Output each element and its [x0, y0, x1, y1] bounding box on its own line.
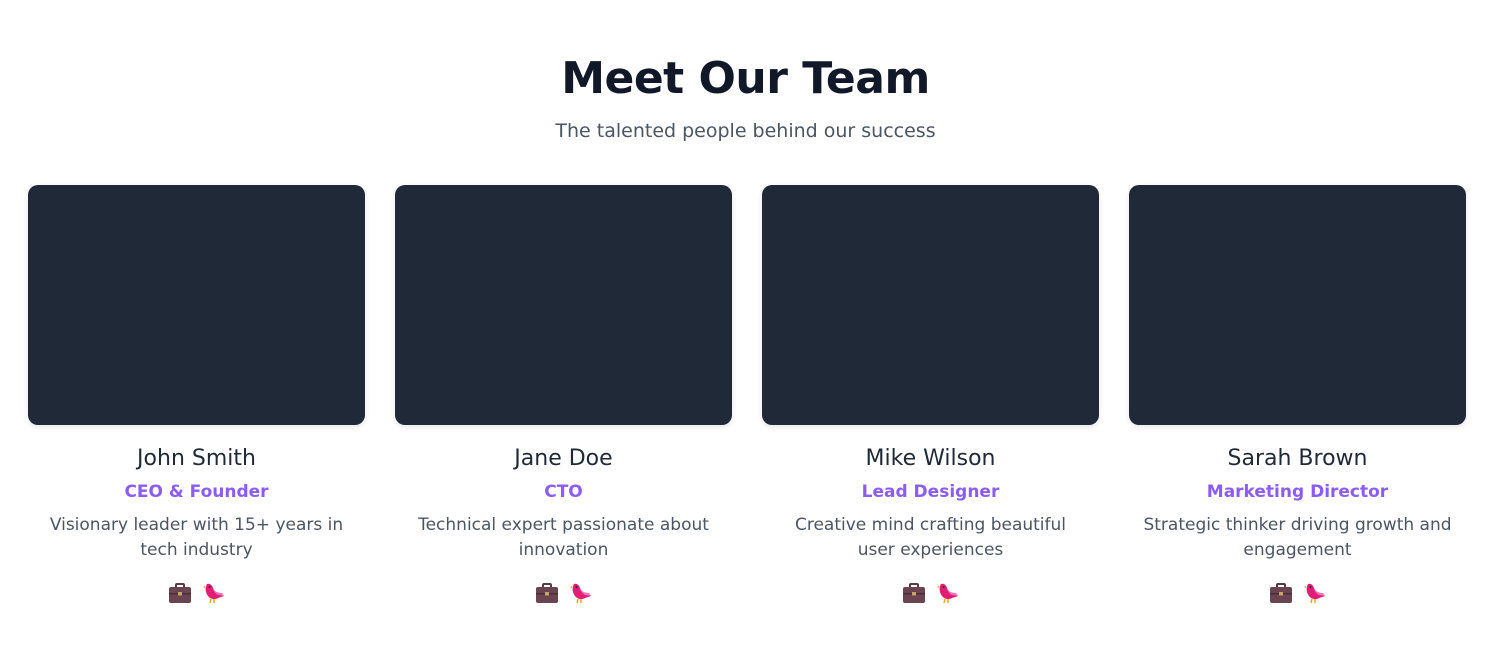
social-links: [168, 581, 226, 605]
page-title: Meet Our Team: [561, 53, 930, 104]
briefcase-link[interactable]: [902, 581, 926, 605]
bird-icon: [202, 583, 224, 604]
bird-icon: [1303, 583, 1325, 604]
team-card: Mike Wilson Lead Designer Creative mind …: [762, 185, 1099, 605]
social-links: [535, 581, 593, 605]
bird-link[interactable]: [936, 581, 960, 605]
member-name: Sarah Brown: [1227, 446, 1368, 471]
team-section: Meet Our Team The talented people behind…: [0, 0, 1491, 661]
member-bio: Creative mind crafting beautiful user ex…: [794, 515, 1067, 560]
briefcase-link[interactable]: [1269, 581, 1293, 605]
member-photo-placeholder: [762, 185, 1099, 425]
team-grid: John Smith CEO & Founder Visionary leade…: [28, 185, 1466, 605]
member-photo-placeholder: [28, 185, 365, 425]
bird-link[interactable]: [569, 581, 593, 605]
bird-link[interactable]: [202, 581, 226, 605]
briefcase-icon: [902, 583, 925, 603]
social-links: [902, 581, 960, 605]
bird-icon: [569, 583, 591, 604]
member-bio: Strategic thinker driving growth and eng…: [1143, 515, 1452, 560]
member-role: Lead Designer: [861, 482, 1000, 502]
briefcase-icon: [535, 583, 558, 603]
member-photo-placeholder: [395, 185, 732, 425]
briefcase-icon: [1269, 583, 1292, 603]
team-card: John Smith CEO & Founder Visionary leade…: [28, 185, 365, 605]
member-role: CEO & Founder: [124, 482, 269, 502]
briefcase-link[interactable]: [535, 581, 559, 605]
member-role: CTO: [544, 482, 583, 502]
social-links: [1269, 581, 1327, 605]
member-role: Marketing Director: [1206, 482, 1389, 502]
briefcase-icon: [168, 583, 191, 603]
member-photo-placeholder: [1129, 185, 1466, 425]
member-name: Jane Doe: [514, 446, 613, 471]
member-bio: Visionary leader with 15+ years in tech …: [49, 515, 344, 560]
member-bio: Technical expert passionate about innova…: [418, 515, 709, 560]
briefcase-link[interactable]: [168, 581, 192, 605]
bird-icon: [936, 583, 958, 604]
member-name: John Smith: [137, 446, 256, 471]
team-card: Sarah Brown Marketing Director Strategic…: [1129, 185, 1466, 605]
bird-link[interactable]: [1303, 581, 1327, 605]
page-subtitle: The talented people behind our success: [555, 120, 936, 142]
team-card: Jane Doe CTO Technical expert passionate…: [395, 185, 732, 605]
member-name: Mike Wilson: [865, 446, 996, 471]
